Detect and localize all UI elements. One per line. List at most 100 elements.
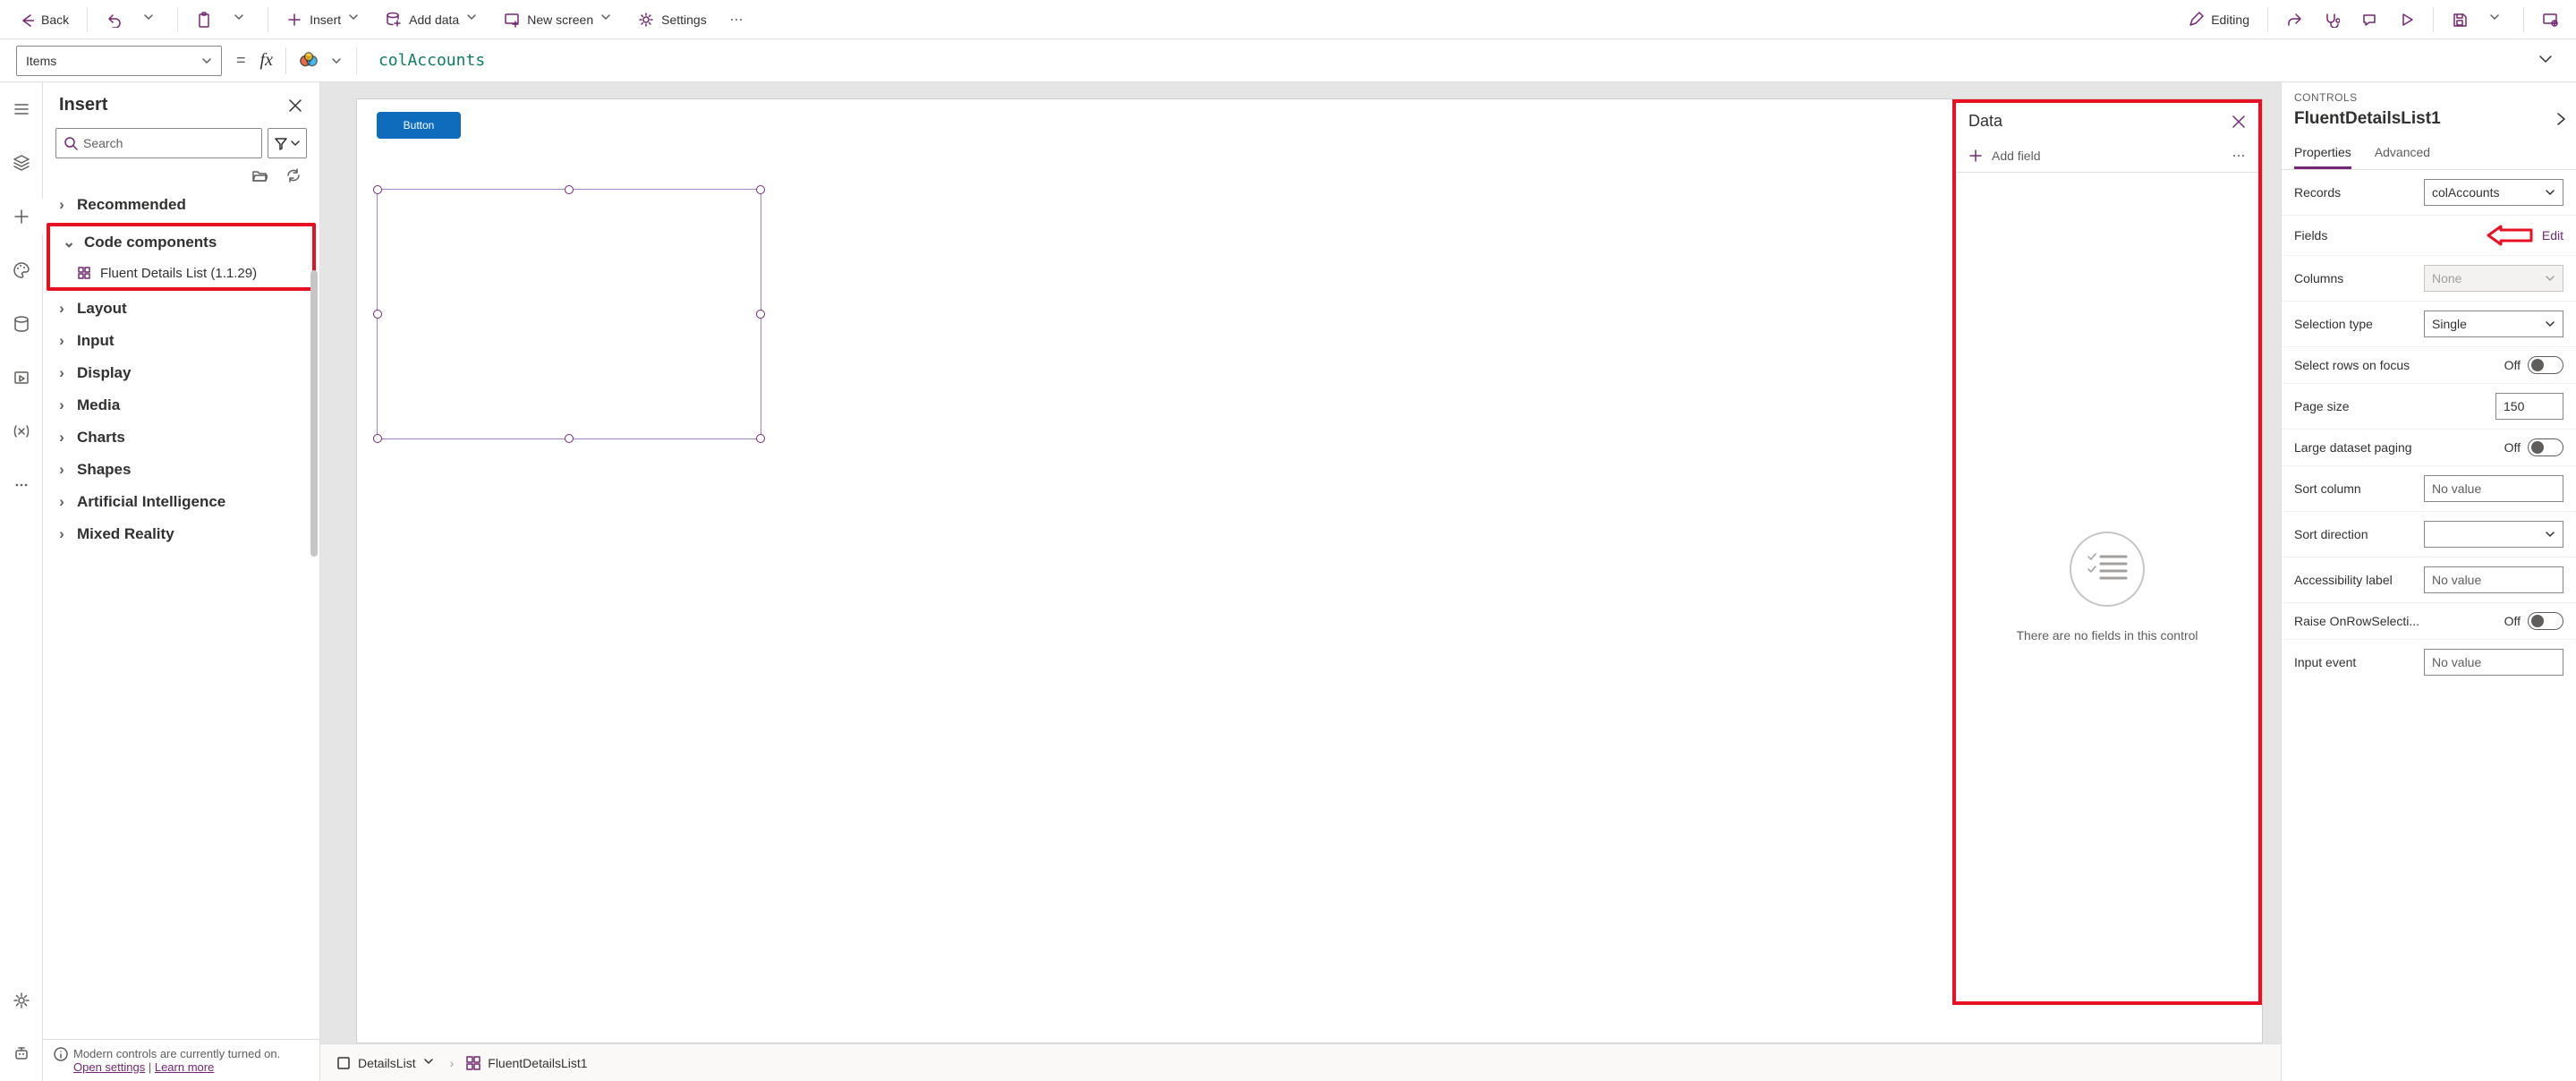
save-split[interactable] (2480, 6, 2514, 33)
raise-onrow-toggle[interactable]: Off (2504, 612, 2563, 630)
cat-charts[interactable]: ›Charts (43, 421, 319, 454)
formula-expand[interactable] (2531, 45, 2560, 76)
folder-open-icon[interactable] (251, 167, 268, 183)
new-screen-menu[interactable]: New screen (495, 6, 625, 33)
modern-controls-info: Modern controls are currently turned on.… (43, 1039, 319, 1081)
select-rows-toggle[interactable]: Off (2504, 356, 2563, 374)
selected-control-outline[interactable] (377, 189, 761, 439)
resize-handle[interactable] (373, 434, 382, 443)
rail-insert[interactable] (0, 199, 43, 234)
back-label: Back (41, 13, 69, 27)
formula-expression[interactable]: colAccounts (366, 51, 485, 70)
columns-select: None (2424, 265, 2563, 292)
rail-variables[interactable] (0, 413, 43, 449)
chevron-down-icon (466, 12, 482, 28)
page-size-input[interactable]: 150 (2495, 393, 2563, 420)
resize-handle[interactable] (756, 185, 765, 194)
rail-more[interactable] (0, 467, 43, 503)
paste-split[interactable] (225, 6, 259, 33)
sort-direction-select[interactable] (2424, 521, 2563, 548)
refresh-icon[interactable] (285, 167, 302, 183)
close-icon[interactable] (2232, 115, 2246, 129)
insert-filter[interactable] (268, 128, 307, 158)
cat-display[interactable]: ›Display (43, 357, 319, 389)
resize-handle[interactable] (373, 185, 382, 194)
sort-column-input[interactable]: No value (2424, 475, 2563, 502)
add-data-menu[interactable]: Add data (377, 6, 491, 33)
chevron-down-icon (2489, 12, 2505, 28)
chevron-down-icon[interactable] (331, 55, 342, 66)
rail-data[interactable] (0, 306, 43, 342)
insert-search[interactable]: Search (55, 128, 262, 158)
undo-split[interactable] (134, 6, 168, 33)
property-selector[interactable]: Items (16, 46, 222, 76)
add-field-button[interactable]: Add field (1968, 149, 2040, 163)
large-dataset-toggle[interactable]: Off (2504, 438, 2563, 456)
settings-button[interactable]: Settings (629, 6, 716, 33)
paste-button[interactable] (187, 6, 221, 33)
close-icon[interactable] (287, 98, 303, 114)
bc-screen[interactable]: DetailsList (336, 1056, 438, 1070)
cat-label: Mixed Reality (77, 525, 174, 543)
annotation-arrow (2485, 225, 2533, 246)
resize-handle[interactable] (756, 434, 765, 443)
hamburger-icon (13, 100, 30, 118)
fields-edit-link[interactable]: Edit (2542, 228, 2563, 243)
share-button[interactable] (2277, 6, 2311, 33)
accessibility-input[interactable]: No value (2424, 566, 2563, 593)
publish-button[interactable] (2533, 6, 2567, 33)
cat-code-components[interactable]: ⌄ Code components (50, 226, 312, 259)
selection-type-select[interactable]: Single (2424, 311, 2563, 337)
chevron-right-icon[interactable] (2553, 111, 2569, 127)
fields-label: Fields (2294, 228, 2327, 243)
undo-button[interactable] (97, 6, 131, 33)
copilot-icon[interactable] (299, 51, 319, 71)
insert-menu[interactable]: Insert (277, 6, 373, 33)
resize-handle[interactable] (565, 434, 574, 443)
search-placeholder: Search (83, 136, 123, 150)
comments-button[interactable] (2352, 6, 2386, 33)
cat-shapes[interactable]: ›Shapes (43, 454, 319, 486)
bc-control[interactable]: FluentDetailsList1 (466, 1056, 587, 1070)
formula-bar: Items = fx colAccounts (0, 39, 2576, 82)
input-event-input[interactable]: No value (2424, 649, 2563, 676)
arrow-left-icon (18, 12, 34, 28)
cat-ai[interactable]: ›Artificial Intelligence (43, 486, 319, 518)
list-check-icon (2087, 551, 2128, 587)
resize-handle[interactable] (565, 185, 574, 194)
health-button[interactable] (2315, 6, 2349, 33)
selection-type-label: Selection type (2294, 317, 2373, 331)
resize-handle[interactable] (373, 310, 382, 319)
cat-label: Layout (77, 300, 127, 318)
rail-settings[interactable] (0, 983, 43, 1018)
more-button[interactable] (719, 6, 753, 33)
resize-handle[interactable] (756, 310, 765, 319)
cat-mixed-reality[interactable]: ›Mixed Reality (43, 518, 319, 550)
editing-mode[interactable]: Editing (2179, 6, 2258, 33)
learn-more-link[interactable]: Learn more (155, 1060, 214, 1074)
rail-theme[interactable] (0, 252, 43, 288)
tab-advanced[interactable]: Advanced (2375, 138, 2430, 169)
back-button[interactable]: Back (9, 6, 78, 33)
controls-section-label: CONTROLS (2282, 82, 2576, 106)
rail-media[interactable] (0, 360, 43, 396)
more-icon[interactable] (2232, 149, 2246, 163)
rail-layers[interactable] (0, 145, 43, 181)
cat-layout[interactable]: ›Layout (43, 293, 319, 325)
item-fluent-details-list[interactable]: Fluent Details List (1.1.29) (50, 259, 312, 287)
rail-ask[interactable] (0, 1036, 43, 1072)
save-button[interactable] (2443, 6, 2477, 33)
scrollbar-thumb[interactable] (310, 270, 318, 557)
play-button[interactable] (2390, 6, 2424, 33)
rail-tree[interactable] (0, 91, 43, 127)
tab-properties[interactable]: Properties (2294, 138, 2351, 169)
records-select[interactable]: colAccounts (2424, 179, 2563, 206)
cat-recommended[interactable]: › Recommended (43, 189, 319, 221)
cat-media[interactable]: ›Media (43, 389, 319, 421)
insert-tree: › Recommended ⌄ Code components Fluent D… (43, 189, 319, 1039)
publish-icon (2542, 12, 2558, 28)
canvas-button-control[interactable]: Button (377, 112, 461, 139)
open-settings-link[interactable]: Open settings (73, 1060, 145, 1074)
app-canvas[interactable]: Button Data (356, 98, 2263, 1043)
cat-input[interactable]: ›Input (43, 325, 319, 357)
